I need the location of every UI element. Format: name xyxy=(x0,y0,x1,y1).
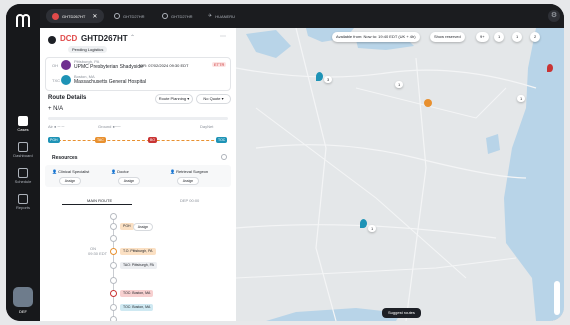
case-type: DCD xyxy=(60,34,78,43)
resource-label: 👤 Retrieval Surgeon xyxy=(170,169,209,174)
case-panel: DCD GHTD267HT ⌃ ⋯ Pending Logistics OH P… xyxy=(40,28,237,321)
dest-hospital-icon xyxy=(61,75,71,85)
calendar-icon xyxy=(18,168,28,178)
map-marker-cluster[interactable]: 1 xyxy=(368,225,377,232)
route-title: Route Details xyxy=(48,95,87,101)
timeline-time: 09:30 EDT xyxy=(88,251,108,256)
aircraft-filter[interactable]: 9+ xyxy=(476,32,489,42)
sidebar-item-cases[interactable]: Cases xyxy=(8,114,38,140)
timeline-node xyxy=(110,223,117,230)
timeline-tag[interactable]: TOC: Boston, MA xyxy=(120,304,154,311)
tab-case-1[interactable]: GHTD267HT ✕ xyxy=(46,9,104,23)
assign-button[interactable]: Assign xyxy=(177,177,199,185)
timeline-node xyxy=(110,248,117,255)
stop-chip[interactable]: TAC xyxy=(95,137,106,143)
show-reserved-toggle[interactable]: Show reserved xyxy=(430,32,465,42)
timeline-tag[interactable]: TOC: Boston, MA xyxy=(120,290,154,297)
availability-filter[interactable]: Available from: Now to: 19:40 EDT (UK + … xyxy=(332,32,420,42)
timeline-tag[interactable]: PGH xyxy=(120,223,134,230)
timeline-tag[interactable]: T.O. Pittsburgh, PA xyxy=(120,248,156,255)
route-mode: + N/A xyxy=(48,106,64,112)
cases-icon xyxy=(18,116,28,126)
user-initials: DEF xyxy=(19,309,27,314)
tab-case-4[interactable]: ✈ HUANERU xyxy=(202,9,246,23)
origin-hospital-pin-icon[interactable] xyxy=(424,99,432,107)
tab-case-3[interactable]: GHTD27HR xyxy=(156,9,200,23)
circle-icon xyxy=(162,13,168,19)
tab-bar: GHTD267HT ✕ GHTD27HR GHTD27HR ✈ HUANERU … xyxy=(40,4,564,28)
timeline-node xyxy=(110,316,117,321)
timeline-tag[interactable]: TAO: Pittsburgh, PA xyxy=(120,262,157,269)
timeline-node xyxy=(110,213,117,220)
dest-label: TXC xyxy=(52,78,60,83)
or-time: OR: 07/02/2024 09:30 EDT xyxy=(140,63,189,68)
more-icon[interactable]: ⋯ xyxy=(220,33,226,40)
status-badge: Pending Logistics xyxy=(68,46,108,53)
resource-label: 👤 Clinical Specialist xyxy=(52,169,90,174)
destination-pin-icon[interactable] xyxy=(547,64,553,72)
quote-dropdown[interactable]: No Quote ▾ xyxy=(196,94,231,104)
close-icon[interactable]: ✕ xyxy=(92,13,97,20)
app-logo-icon[interactable] xyxy=(15,14,31,28)
main-content: DCD GHTD267HT ⌃ ⋯ Pending Logistics OH P… xyxy=(40,28,564,321)
tab-main-route[interactable]: MAIN ROUTE xyxy=(87,198,112,203)
app-sidebar: Cases Dashboard Schedule Reports DEF xyxy=(6,4,40,321)
air-legend: Air ● ─ ─ xyxy=(48,124,65,129)
route-planning-dropdown[interactable]: Route Planning ▾ xyxy=(155,94,193,104)
case-id: GHTD267HT xyxy=(81,34,128,43)
timeline-node xyxy=(110,304,117,311)
aircraft-pin-icon[interactable] xyxy=(316,72,323,81)
assign-button[interactable]: Assign xyxy=(133,223,153,231)
red-dot-icon xyxy=(52,12,59,20)
origin-hospital-name: UPMC Presbyterian Shadyside xyxy=(74,64,143,70)
map-marker-cluster[interactable]: 1 xyxy=(395,81,404,88)
route-map[interactable]: Available from: Now to: 19:40 EDT (UK + … xyxy=(236,28,564,321)
case-status-icon xyxy=(48,36,56,44)
case-locations-card xyxy=(45,57,231,91)
sidebar-item-reports[interactable]: Reports xyxy=(8,192,38,218)
plane-icon: ✈ xyxy=(208,13,213,19)
daynet-legend: DayNet xyxy=(200,124,214,129)
timeline-node xyxy=(110,262,117,269)
map-marker-cluster[interactable]: 1 xyxy=(517,95,526,102)
origin-hospital-icon xyxy=(61,60,71,70)
sidebar-item-dashboard[interactable]: Dashboard xyxy=(8,140,38,166)
assign-button[interactable]: Assign xyxy=(59,177,81,185)
ground-legend: Ground ●── xyxy=(98,124,121,129)
map-background xyxy=(236,28,564,321)
stop-chip[interactable]: TOC xyxy=(216,137,228,143)
avatar[interactable] xyxy=(13,287,33,307)
timeline-node xyxy=(110,277,117,284)
timeline-node xyxy=(110,235,117,242)
assign-button[interactable]: Assign xyxy=(118,177,140,185)
sidebar-item-schedule[interactable]: Schedule xyxy=(8,166,38,192)
active-tab-underline xyxy=(62,204,132,205)
circle-icon xyxy=(114,13,120,19)
stop-chip[interactable]: PGH xyxy=(48,137,60,143)
origin-label: OH xyxy=(52,63,58,68)
resource-label: 👤 Doctor xyxy=(111,169,129,174)
map-marker-cluster[interactable]: 3 xyxy=(324,76,333,83)
grid-icon xyxy=(18,142,28,152)
route-progress-bar xyxy=(48,117,228,120)
app-window: Cases Dashboard Schedule Reports DEF GHT… xyxy=(6,4,564,321)
tab-alt-route[interactable]: DEP 00:00 xyxy=(180,198,199,203)
chevron-up-icon[interactable]: ⌃ xyxy=(130,34,135,41)
resources-title: Resources xyxy=(52,155,78,161)
document-icon xyxy=(18,194,28,204)
route-line xyxy=(48,140,224,142)
tab-case-2[interactable]: GHTD27HR xyxy=(108,9,152,23)
aircraft-pin-icon[interactable] xyxy=(360,219,367,228)
stop-chip[interactable]: BO xyxy=(148,137,158,143)
suggest-routes-button[interactable]: Suggest routes xyxy=(382,308,421,318)
or-badge: ETTR xyxy=(212,62,227,67)
timeline-node xyxy=(110,290,117,297)
info-icon[interactable] xyxy=(221,154,227,160)
zoom-control[interactable] xyxy=(554,281,560,315)
settings-icon[interactable]: ⚙ xyxy=(548,10,560,22)
dest-hospital-name: Massachusetts General Hospital xyxy=(74,79,146,85)
